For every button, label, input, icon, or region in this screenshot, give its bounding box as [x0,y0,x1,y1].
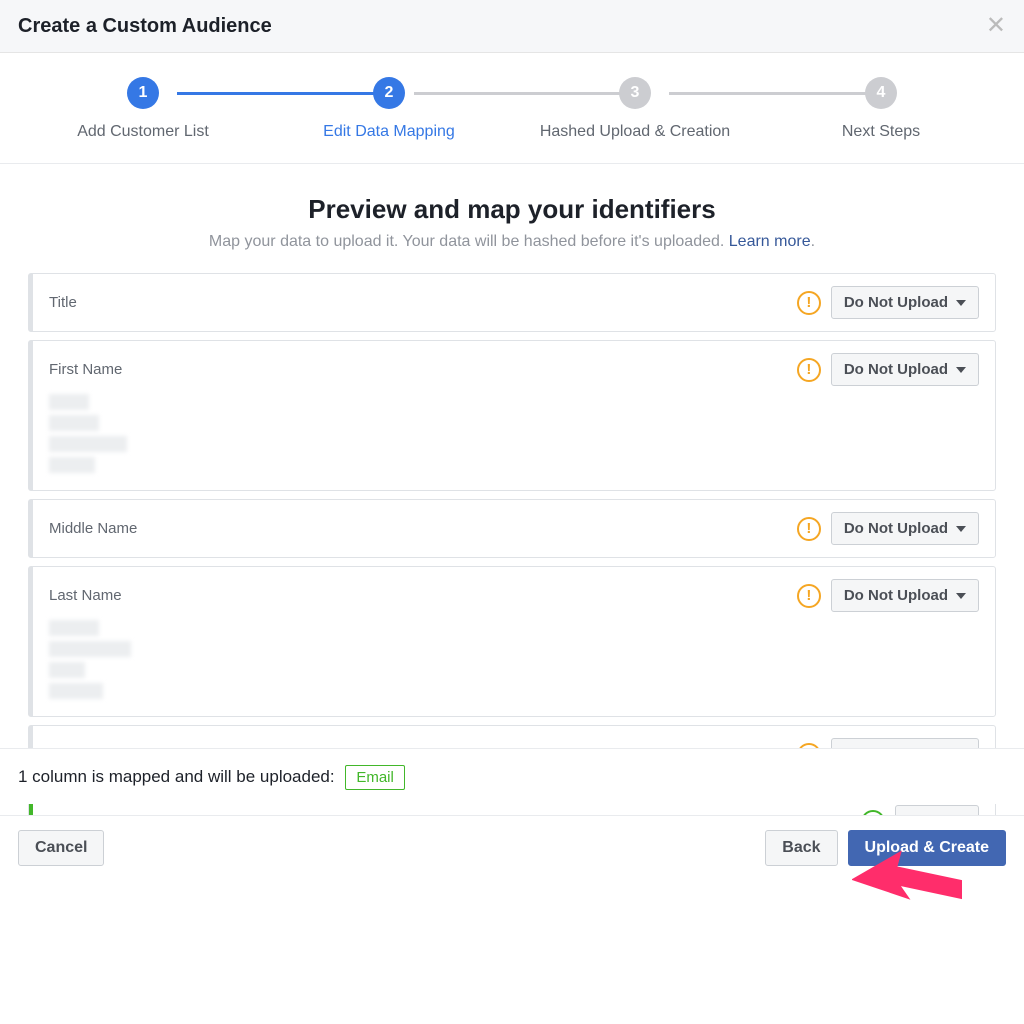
preview-item [49,436,127,452]
modal-title: Create a Custom Audience [18,15,272,38]
modal-footer: Cancel Back Upload & Create [0,815,1024,880]
step-4[interactable]: 4 Next Steps [758,77,1004,141]
modal: Create a Custom Audience ✕ 1 Add Custome… [0,0,1024,880]
stepper: 1 Add Customer List 2 Edit Data Mapping … [0,53,1024,164]
mapping-dropdown[interactable]: Do Not Upload [831,579,979,612]
section-title: Preview and map your identifiers [0,194,1024,225]
mapped-column-chip: Email [345,765,405,790]
section-subtitle-text: Map your data to upload it. Your data wi… [209,233,729,250]
modal-header: Create a Custom Audience ✕ [0,0,1024,53]
preview-item [49,662,85,678]
row-label: First Name [49,361,122,378]
chevron-down-icon [956,300,966,306]
step-3-circle: 3 [619,77,651,109]
step-1-label: Add Customer List [77,123,209,141]
step-4-label: Next Steps [842,123,920,141]
warning-icon: ! [797,517,821,541]
chevron-down-icon [956,593,966,599]
dropdown-label: Do Not Upload [844,361,948,378]
preview-item [49,683,103,699]
preview-item [49,641,131,657]
warning-icon: ! [797,358,821,382]
mapping-dropdown[interactable]: Do Not Upload [831,512,979,545]
warning-icon: ! [797,291,821,315]
mapped-columns-summary: 1 column is mapped and will be uploaded:… [0,748,1024,804]
step-4-circle: 4 [865,77,897,109]
mapping-row-middle-name: Middle Name ! Do Not Upload [28,499,996,558]
step-1[interactable]: 1 Add Customer List [20,77,266,141]
summary-text: 1 column is mapped and will be uploaded: [18,767,335,786]
mapping-row-first-name: First Name ! Do Not Upload [28,340,996,491]
step-2-circle: 2 [373,77,405,109]
preview-item [49,415,99,431]
section-subtitle: Map your data to upload it. Your data wi… [0,233,1024,251]
dropdown-label: Do Not Upload [844,294,948,311]
dropdown-label: Do Not Upload [844,587,948,604]
step-2[interactable]: 2 Edit Data Mapping [266,77,512,141]
mapping-dropdown[interactable]: Do Not Upload [831,353,979,386]
row-label: Middle Name [49,520,137,537]
close-icon[interactable]: ✕ [986,14,1006,38]
preview-item [49,620,99,636]
chevron-down-icon [956,526,966,532]
section-period: . [811,233,815,250]
row-label: Last Name [49,587,122,604]
step-2-label: Edit Data Mapping [323,123,455,141]
step-1-circle: 1 [127,77,159,109]
mapping-row-title: Title ! Do Not Upload [28,273,996,332]
preview-item [49,394,89,410]
mapping-row-last-name: Last Name ! Do Not Upload [28,566,996,717]
dropdown-label: Do Not Upload [844,520,948,537]
data-preview [49,620,979,699]
upload-and-create-button[interactable]: Upload & Create [848,830,1006,866]
learn-more-link[interactable]: Learn more [729,233,811,250]
step-3-label: Hashed Upload & Creation [540,123,730,141]
warning-icon: ! [797,584,821,608]
row-label: Title [49,294,77,311]
section-header: Preview and map your identifiers Map you… [0,194,1024,251]
data-preview [49,394,979,473]
mapping-dropdown[interactable]: Do Not Upload [831,286,979,319]
back-button[interactable]: Back [765,830,837,866]
chevron-down-icon [956,367,966,373]
step-3[interactable]: 3 Hashed Upload & Creation [512,77,758,141]
preview-item [49,457,95,473]
cancel-button[interactable]: Cancel [18,830,104,866]
